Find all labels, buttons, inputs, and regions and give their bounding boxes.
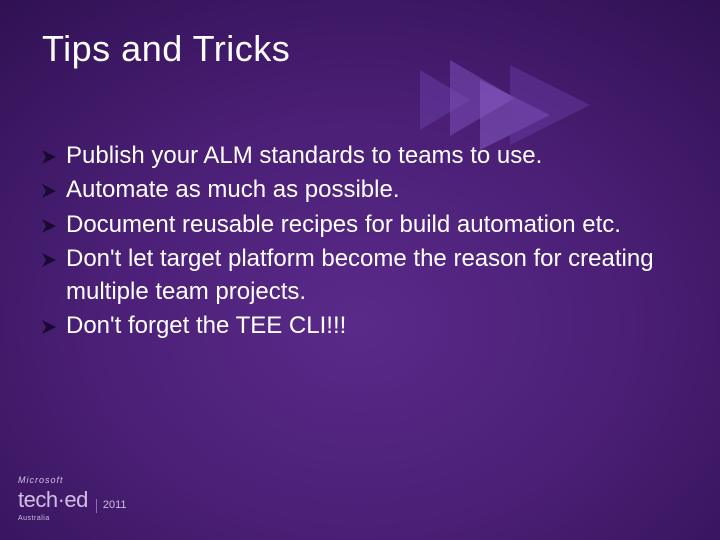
- bullet-text: Publish your ALM standards to teams to u…: [66, 140, 678, 172]
- branding-region: Australia: [18, 515, 127, 522]
- bullet-text: Don't let target platform become the rea…: [66, 243, 678, 308]
- bullet-text: Document reusable recipes for build auto…: [66, 209, 678, 241]
- list-item: Don't let target platform become the rea…: [42, 243, 678, 308]
- branding-product: tech·ed: [18, 487, 88, 513]
- list-item: Document reusable recipes for build auto…: [42, 209, 678, 241]
- branding-year: 2011: [96, 499, 127, 513]
- bullet-list: Publish your ALM standards to teams to u…: [42, 140, 678, 344]
- bullet-arrow-icon: [42, 219, 60, 233]
- list-item: Automate as much as possible.: [42, 174, 678, 206]
- branding-company: Microsoft: [18, 475, 127, 485]
- bullet-arrow-icon: [42, 150, 60, 164]
- slide-title: Tips and Tricks: [42, 28, 290, 70]
- list-item: Don't forget the TEE CLI!!!: [42, 310, 678, 342]
- bullet-text: Automate as much as possible.: [66, 174, 678, 206]
- bullet-arrow-icon: [42, 184, 60, 198]
- bullet-text: Don't forget the TEE CLI!!!: [66, 310, 678, 342]
- bullet-arrow-icon: [42, 320, 60, 334]
- bullet-arrow-icon: [42, 253, 60, 267]
- list-item: Publish your ALM standards to teams to u…: [42, 140, 678, 172]
- branding-block: Microsoft tech·ed 2011 Australia: [18, 475, 127, 522]
